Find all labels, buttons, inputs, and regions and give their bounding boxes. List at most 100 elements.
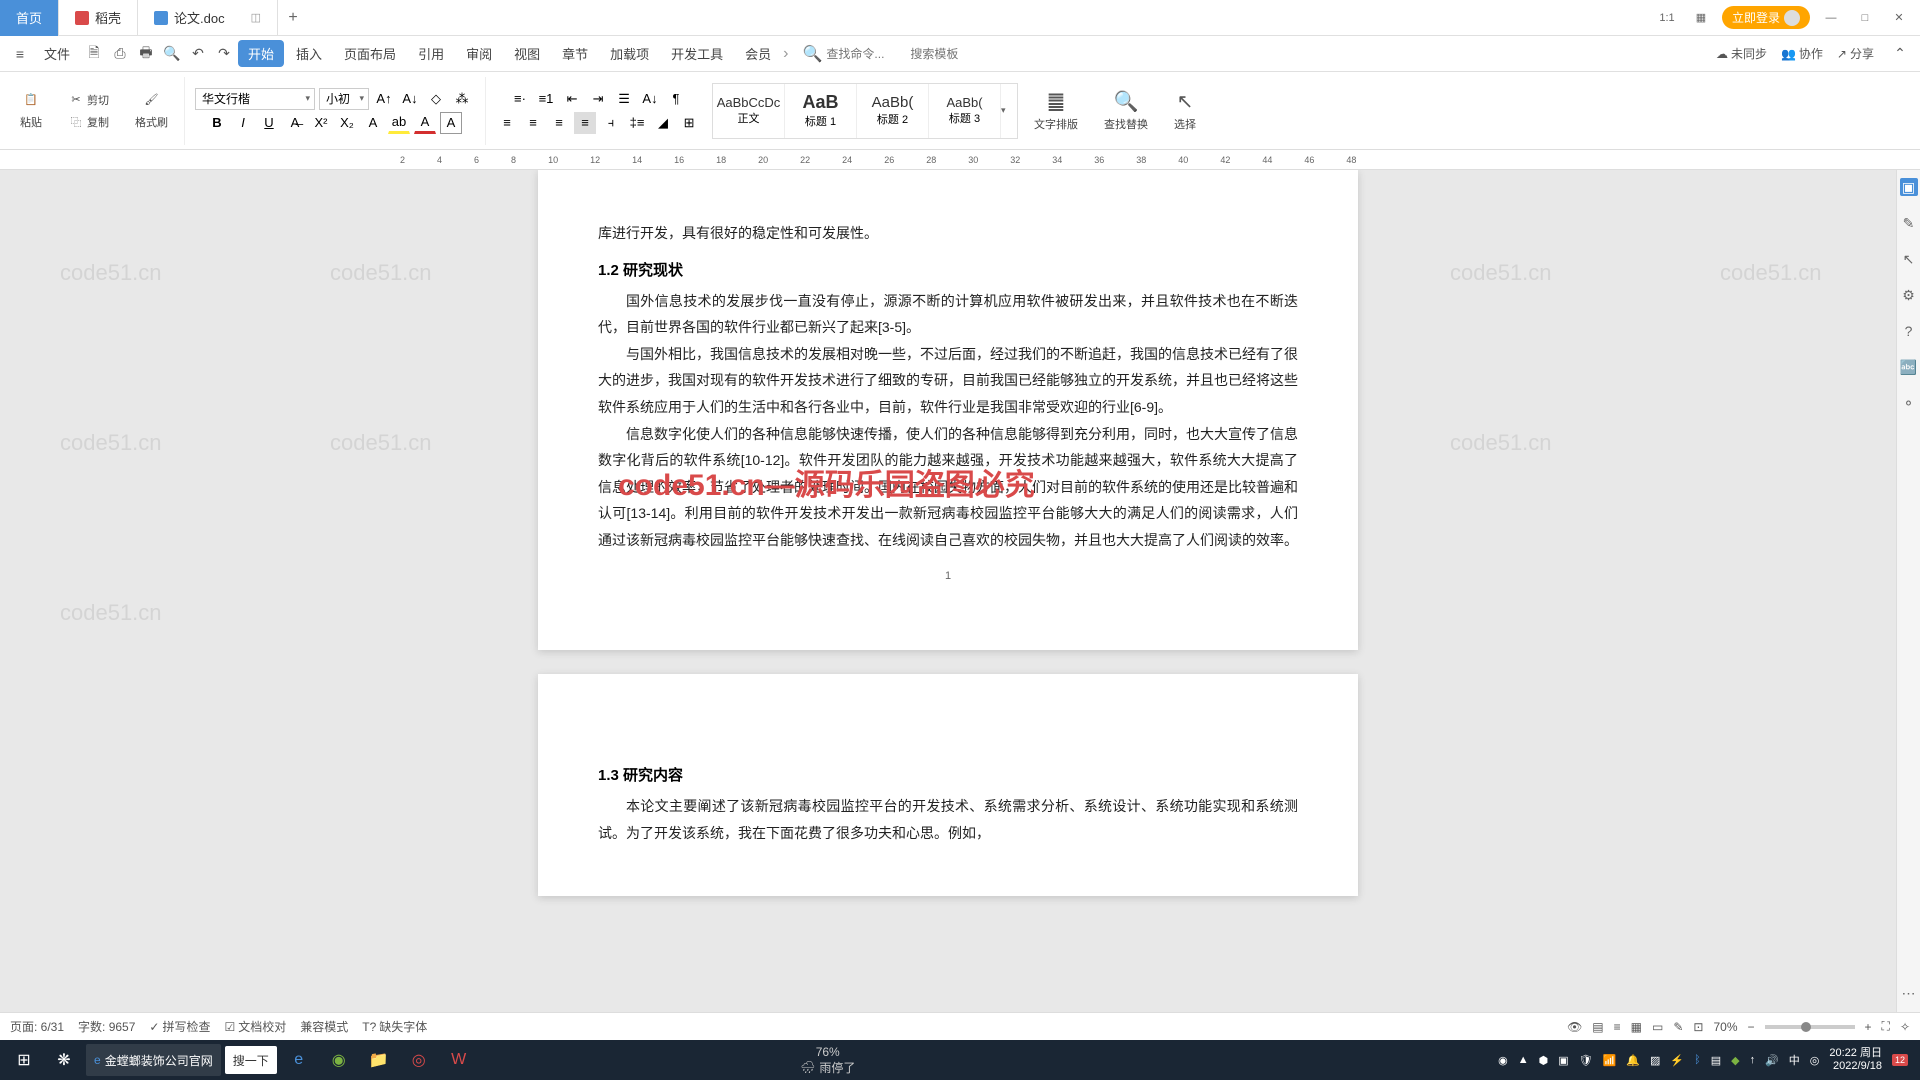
edge-icon[interactable]: e [279,1040,319,1080]
align-center-icon[interactable]: ≡ [522,112,544,134]
more-icon[interactable]: ⋯ [1900,984,1918,1002]
find-replace-button[interactable]: 🔍查找替换 [1094,85,1158,136]
style-heading3[interactable]: AaBb(标题 3 [929,84,1001,138]
menu-layout[interactable]: 页面布局 [334,40,406,67]
tray-icon[interactable]: ▣ [1558,1054,1568,1067]
preview-icon[interactable]: 🔍 [160,42,184,66]
tab-split-icon[interactable]: ◫ [251,11,261,24]
tray-icon[interactable]: ◆ [1731,1054,1739,1067]
doc-text[interactable]: 与国外相比，我国信息技术的发展相对晚一些，不过后面，经过我们的不断追赶，我国的信… [598,341,1298,421]
bold-button[interactable]: B [206,112,228,134]
shading-icon[interactable]: ◢ [652,112,674,134]
taskbar-app-ie[interactable]: e金螳螂装饰公司官网 [86,1044,221,1076]
copy-button[interactable]: ⿻复制 [64,112,113,132]
tab-add[interactable]: + [278,9,308,27]
strike-button[interactable]: A̶ [284,112,306,134]
menu-chapter[interactable]: 章节 [552,40,598,67]
grid-icon[interactable]: ▦ [1688,8,1714,28]
pen-tool-icon[interactable]: ✎ [1900,214,1918,232]
app-icon[interactable]: ◎ [399,1040,439,1080]
menu-review[interactable]: 审阅 [456,40,502,67]
paste-label[interactable]: 粘贴 [16,112,46,132]
print-icon[interactable]: 🖶 [134,42,158,66]
search-cmd-input[interactable] [826,47,906,61]
zoom-in-button[interactable]: + [1865,1020,1872,1034]
cut-button[interactable]: ✂剪切 [64,90,113,110]
zoom-level[interactable]: 70% [1713,1020,1737,1034]
underline-button[interactable]: U [258,112,280,134]
text-layout-button[interactable]: ䷀文字排版 [1024,85,1088,136]
save-icon[interactable]: 🗎 [82,42,106,66]
fit-icon[interactable]: ⊡ [1693,1020,1703,1034]
notification-badge[interactable]: 12 [1892,1054,1908,1066]
tray-icon[interactable]: ◎ [1810,1054,1820,1067]
tray-icon[interactable]: ▲ [1518,1054,1529,1066]
missing-fonts[interactable]: T?缺失字体 [362,1018,427,1035]
text-effect-button[interactable]: A [362,112,384,134]
tray-icon[interactable]: ⬢ [1539,1054,1549,1067]
chevron-right-icon[interactable]: › [783,45,788,63]
zoom-out-button[interactable]: − [1748,1020,1755,1034]
size-select[interactable]: 小初 [319,88,369,110]
align-justify-icon[interactable]: ≡ [574,112,596,134]
page-2[interactable]: 1.3 研究内容 本论文主要阐述了该新冠病毒校园监控平台的开发技术、系统需求分析… [538,674,1358,896]
tray-icon[interactable]: 🔔 [1626,1054,1640,1067]
menu-insert[interactable]: 插入 [286,40,332,67]
spell-check[interactable]: ✓拼写检查 [149,1018,210,1035]
outdent-icon[interactable]: ⇤ [561,88,583,110]
page-1[interactable]: 库进行开发，具有很好的稳定性和可发展性。 1.2 研究现状 国外信息技术的发展步… [538,170,1358,650]
proofread[interactable]: ☑文档校对 [224,1018,286,1035]
view-page-icon[interactable]: ▤ [1592,1020,1603,1034]
paste-button[interactable]: 📋 [19,90,43,110]
styles-more-icon[interactable]: ▾ [1001,84,1017,138]
undo-icon[interactable]: ↶ [186,42,210,66]
maximize-button[interactable]: □ [1852,8,1878,28]
clock[interactable]: 20:22 周日 2022/9/18 [1829,1047,1882,1073]
highlighter-icon[interactable]: ✎ [1673,1020,1683,1034]
word-count[interactable]: 字数: 9657 [78,1018,135,1035]
translate-icon[interactable]: 🔤 [1900,358,1918,376]
settings-tool-icon[interactable]: ⚙ [1900,286,1918,304]
collab-button[interactable]: 👥协作 [1781,45,1823,62]
view-read-icon[interactable]: ▭ [1652,1020,1663,1034]
tab-daoke[interactable]: 稻壳 [59,0,138,36]
bullets-icon[interactable]: ≡· [509,88,531,110]
menu-member[interactable]: 会员 [735,40,781,67]
tray-icon[interactable]: ▨ [1650,1054,1660,1067]
tray-icon[interactable]: ⚡ [1670,1054,1684,1067]
brush-label[interactable]: 格式刷 [131,112,172,132]
tray-icon[interactable]: ▤ [1711,1054,1721,1067]
select-button[interactable]: ↖选择 [1164,85,1206,136]
hamburger-icon[interactable]: ≡ [8,42,32,66]
font-select[interactable]: 华文行楷 [195,88,315,110]
doc-text[interactable]: 库进行开发，具有很好的稳定性和可发展性。 [598,220,1298,247]
style-heading1[interactable]: AaB标题 1 [785,84,857,138]
numbering-icon[interactable]: ≡1 [535,88,557,110]
bluetooth-icon[interactable]: ᛒ [1694,1054,1701,1066]
tab-document[interactable]: 论文.doc◫ [138,0,278,36]
collapse-ribbon-icon[interactable]: ⌃ [1888,42,1912,66]
compat-mode[interactable]: 兼容模式 [300,1018,348,1035]
doc-text[interactable]: 国外信息技术的发展步伐一直没有停止，源源不断的计算机应用软件被研发出来，并且软件… [598,288,1298,341]
share-button[interactable]: ↗分享 [1837,45,1874,62]
show-marks-icon[interactable]: ¶ [665,88,687,110]
tray-icon[interactable]: ◉ [1498,1054,1508,1067]
subscript-button[interactable]: X₂ [336,112,358,134]
sort-icon[interactable]: A↓ [639,88,661,110]
redo-icon[interactable]: ↷ [212,42,236,66]
ruler[interactable]: 2468101214161820222426283032343638404244… [0,150,1920,170]
sync-status[interactable]: ☁未同步 [1716,45,1767,62]
view-outline-icon[interactable]: ≡ [1614,1020,1621,1034]
browser-icon[interactable]: ◉ [319,1040,359,1080]
tray-icon[interactable]: ↑ [1750,1054,1756,1066]
menu-start[interactable]: 开始 [238,40,284,67]
export-icon[interactable]: ⎙ [108,42,132,66]
borders-icon[interactable]: ⊞ [678,112,700,134]
char-border-button[interactable]: A [440,112,462,134]
tray-icon[interactable]: 📶 [1603,1054,1617,1067]
italic-button[interactable]: I [232,112,254,134]
menu-file[interactable]: 文件 [34,40,80,67]
menu-reference[interactable]: 引用 [408,40,454,67]
phonetic-icon[interactable]: ⁂ [451,88,473,110]
ratio-icon[interactable]: 1:1 [1654,8,1680,28]
